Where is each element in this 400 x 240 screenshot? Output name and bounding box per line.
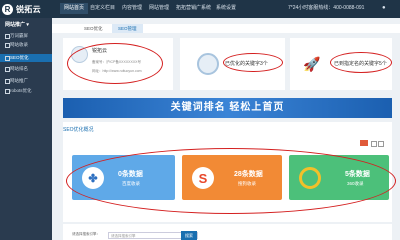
promo-banner[interactable]: 关键词排名 轻松上首页 (63, 98, 392, 118)
nav-tab-content[interactable]: 内容管理 (118, 3, 146, 14)
highlight-oval (66, 148, 396, 214)
nav-tab-settings[interactable]: 系统设置 (212, 3, 240, 14)
search-button[interactable]: 搜索 (181, 231, 197, 240)
section-title: SEO优化概况 (63, 127, 94, 133)
nav-tab-custom[interactable]: 自定义栏目 (86, 3, 119, 14)
search-label: 请选择搜索引擎： (72, 232, 100, 236)
highlight-oval (330, 52, 392, 73)
hotline-text: 7*24小时客服热线：400-0088-091 (288, 5, 365, 11)
nav-tab-marketing[interactable]: 拓拓营销广系统 (172, 3, 215, 14)
nav-tab-home[interactable]: 网站首页 (60, 3, 89, 14)
logo-text: 锐拓云 (16, 4, 41, 14)
square-icon (5, 43, 10, 48)
flag-icon (360, 140, 368, 146)
sidebar-item-index[interactable]: 网站收录 (0, 41, 52, 49)
sidebar-item-wanci[interactable]: 万词霸屏 (0, 32, 52, 40)
rocket-icon: 🚀 (303, 56, 321, 72)
sidebar-item-seo[interactable]: SEO优化 (0, 54, 52, 62)
tab-seo[interactable]: SEO优化 (78, 24, 109, 33)
square-icon (378, 141, 384, 147)
sidebar-item-rank[interactable]: 网站排名 (0, 65, 52, 73)
nav-tab-site[interactable]: 网站管理 (145, 3, 173, 14)
square-icon (371, 141, 377, 147)
sidebar-group-label: 网站推广 ▾ (5, 22, 29, 28)
square-icon (5, 79, 10, 84)
square-icon (5, 67, 10, 72)
square-icon (5, 56, 10, 61)
logo-mark-icon: R (2, 3, 13, 15)
square-icon (5, 34, 10, 39)
highlight-oval (223, 53, 283, 72)
user-icon[interactable]: ● (382, 5, 389, 12)
highlight-oval (67, 43, 163, 84)
sidebar-item-promo[interactable]: 网站推广 (0, 77, 52, 85)
square-icon (5, 89, 10, 94)
sidebar-item-robots[interactable]: robots优化 (0, 87, 52, 95)
tab-seo-manage[interactable]: SEO管理 (112, 24, 143, 33)
sidebar (0, 18, 52, 240)
target-icon (197, 53, 219, 75)
app-logo[interactable]: R 锐拓云 (2, 1, 52, 17)
